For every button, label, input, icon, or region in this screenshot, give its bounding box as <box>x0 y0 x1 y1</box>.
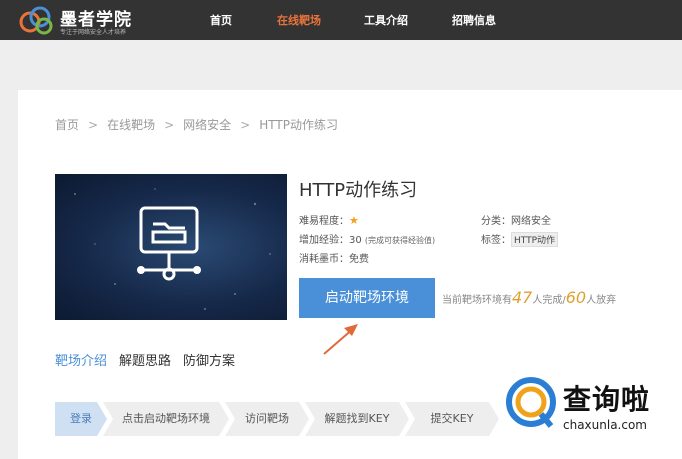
breadcrumb-home[interactable]: 首页 <box>55 118 79 132</box>
experience-row: 增加经验：30 (完成可获得经验值) <box>299 231 435 246</box>
experience-note: (完成可获得经验值) <box>364 236 436 245</box>
nav-item-jobs[interactable]: 招聘信息 <box>452 12 496 28</box>
abandoned-count: 60 <box>565 288 587 307</box>
challenge-cover-image <box>55 174 287 320</box>
breadcrumb-online-range[interactable]: 在线靶场 <box>107 118 155 132</box>
star-icon: ★ <box>349 214 359 227</box>
step-visit-range: 访问靶场 <box>225 402 309 436</box>
category-label: 分类：网络安全 <box>481 216 551 227</box>
abandoned-suffix: 人放弃 <box>586 295 617 306</box>
range-stats: 当前靶场环境有47人完成/60人放弃 <box>442 288 616 307</box>
step-submit-key: 提交KEY <box>405 402 499 436</box>
challenge-title: HTTP动作练习 <box>299 180 418 201</box>
completed-suffix: 人完成/ <box>532 295 566 306</box>
pointer-arrow-icon <box>323 324 358 355</box>
difficulty-label: 难易程度： <box>299 216 349 227</box>
breadcrumb-current: HTTP动作练习 <box>259 118 338 132</box>
difficulty-row: 难易程度：★ <box>299 212 359 227</box>
network-server-icon <box>74 188 271 310</box>
tags-row: 标签： HTTP动作 <box>481 231 559 247</box>
tab-range-intro[interactable]: 靶场介绍 <box>55 350 107 369</box>
step-login: 登录 <box>55 402 107 436</box>
nav-item-online-range[interactable]: 在线靶场 <box>277 12 321 28</box>
logo-tagline: 专注于网络安全人才培养 <box>60 29 127 36</box>
cloud-logo-icon <box>19 6 53 35</box>
step-start-range: 点击启动靶场环境 <box>103 402 229 436</box>
completed-count: 47 <box>512 288 533 307</box>
breadcrumb-separator: > <box>240 118 251 132</box>
search-magnifier-icon <box>506 377 556 428</box>
breadcrumb-network-security[interactable]: 网络安全 <box>183 118 231 132</box>
experience-label: 增加经验：30 <box>299 235 362 246</box>
nav-item-home[interactable]: 首页 <box>210 12 232 28</box>
watermark-text: 查询啦 <box>563 383 651 416</box>
tag-chip[interactable]: HTTP动作 <box>511 232 559 247</box>
stats-prefix: 当前靶场环境有 <box>442 295 512 306</box>
site-logo[interactable]: 墨者学院 专注于网络安全人才培养 <box>16 3 156 37</box>
breadcrumb-separator: > <box>88 118 99 132</box>
tab-solution-ideas[interactable]: 解题思路 <box>119 350 171 369</box>
detail-tabs: 靶场介绍 解题思路 防御方案 <box>55 350 247 369</box>
tab-defense-plan[interactable]: 防御方案 <box>183 350 235 369</box>
breadcrumb: 首页 > 在线靶场 > 网络安全 > HTTP动作练习 <box>55 116 338 133</box>
start-range-button[interactable]: 启动靶场环境 <box>299 278 435 318</box>
top-nav-bar: 墨者学院 专注于网络安全人才培养 首页 在线靶场 工具介绍 招聘信息 <box>0 0 682 40</box>
step-find-key: 解题找到KEY <box>305 402 409 436</box>
watermark-url: chaxunla.com <box>563 418 647 432</box>
nav-item-tools[interactable]: 工具介绍 <box>364 12 408 28</box>
watermark: 查询啦 chaxunla.com <box>505 374 677 438</box>
tags-label: 标签： <box>481 235 511 246</box>
breadcrumb-separator: > <box>164 118 175 132</box>
cost-label: 消耗墨币：免费 <box>299 254 369 265</box>
